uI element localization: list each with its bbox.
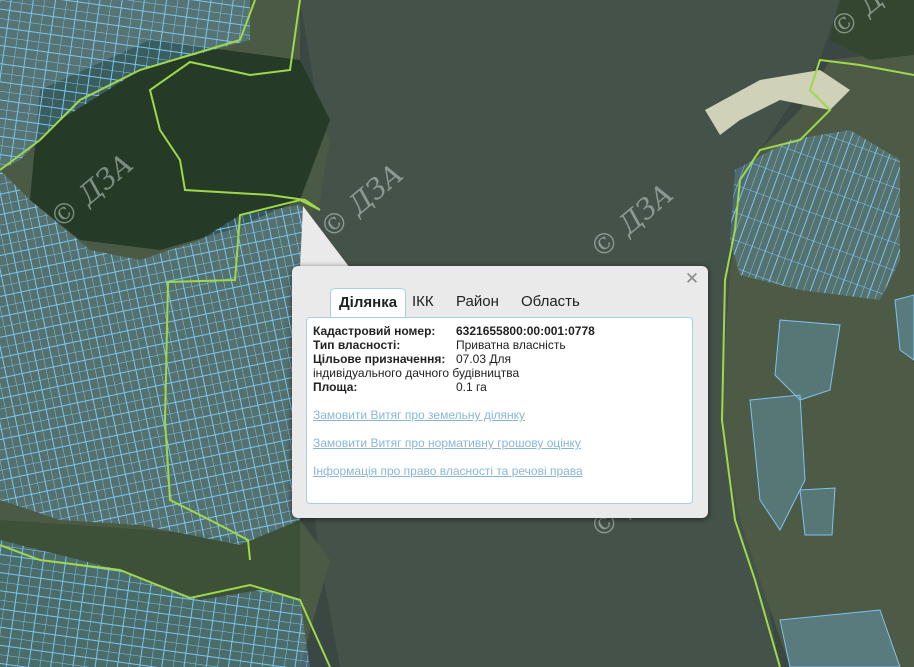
tab-region[interactable]: Область [514,288,587,316]
parcel-details-panel: Кадастровий номер: 6321655800:00:001:077… [306,317,693,504]
ownership-value: Приватна власність [456,338,566,352]
tab-district[interactable]: Район [449,288,506,316]
ownership-info-link[interactable]: Інформація про право власності та речові… [313,464,583,478]
tab-ikk[interactable]: ІКК [405,288,441,316]
close-icon[interactable]: ✕ [684,271,700,288]
ownership-label: Тип власності: [313,338,401,352]
cadastral-value: 6321655800:00:001:0778 [456,324,595,338]
tab-parcel[interactable]: Ділянка [330,288,407,319]
area-value: 0.1 га [456,380,487,394]
order-extract-link[interactable]: Замовити Витяг про земельну ділянку [313,408,525,422]
purpose-value: 07.03 Для індивідуального дачного будівн… [313,352,520,380]
cadastral-label: Кадастровий номер: [313,324,436,338]
parcel-east-small [799,487,836,536]
parcel-info-popup: ✕ Ділянка ІКК Район Область Кадастровий … [292,266,708,518]
order-valuation-link[interactable]: Замовити Витяг про нормативну грошову оц… [313,436,581,450]
parcel-east-bottom [779,609,901,667]
area-label: Площа: [313,380,358,394]
